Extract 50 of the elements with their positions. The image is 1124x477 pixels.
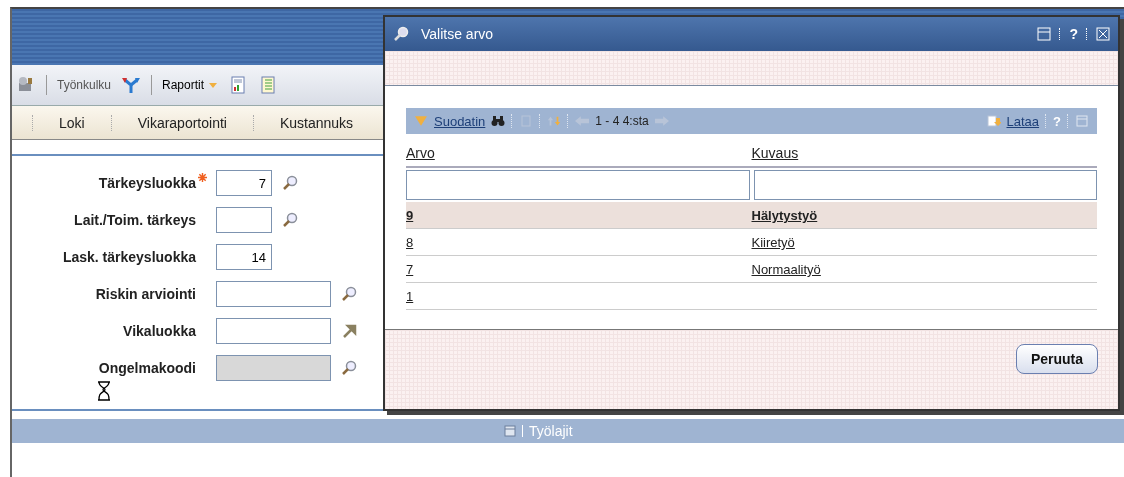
arrow-icon[interactable] <box>341 323 357 339</box>
tab[interactable]: Kustannuks <box>252 114 380 131</box>
search-icon[interactable] <box>282 212 298 228</box>
paging-text: 1 - 4 4:sta <box>595 114 649 128</box>
field-label: Tärkeysluokka <box>97 175 196 191</box>
value-link[interactable]: 8 <box>406 235 414 250</box>
tab[interactable]: Vikaraportointi <box>110 114 253 131</box>
load-link[interactable]: Lataa <box>1006 113 1040 129</box>
table-row[interactable]: 1 <box>406 283 1097 310</box>
search-icon[interactable] <box>341 286 357 302</box>
input-field[interactable]: 14 <box>216 244 272 270</box>
close-icon[interactable] <box>1096 27 1110 41</box>
hourglass-cursor-icon <box>97 381 111 401</box>
table-row[interactable]: 7 Normaalityö <box>406 256 1097 283</box>
cancel-button[interactable]: Peruuta <box>1015 344 1098 374</box>
field-label: Riskin arviointi <box>94 286 196 302</box>
tab[interactable]: Loki <box>32 114 111 131</box>
field-label: Ongelmakoodi <box>97 360 196 376</box>
column-header[interactable]: Kuvaus <box>751 145 1097 166</box>
help-button[interactable]: ? <box>1069 26 1078 42</box>
filter-field[interactable] <box>753 170 1097 200</box>
input-field[interactable]: 7 <box>216 170 272 196</box>
table-row[interactable]: 8 Kiiretyö <box>406 229 1097 256</box>
value-link[interactable]: 7 <box>406 262 414 277</box>
description-link[interactable]: Hälytystyö <box>751 208 818 223</box>
search-icon <box>393 26 409 42</box>
field-label: Vikaluokka <box>122 323 196 339</box>
table-row[interactable]: 9 Hälytystyö <box>406 202 1097 229</box>
filter-field[interactable] <box>406 170 750 200</box>
binoculars-icon[interactable] <box>491 115 506 127</box>
search-icon[interactable] <box>282 175 298 191</box>
value-link[interactable]: 1 <box>406 289 414 304</box>
input-field[interactable] <box>216 207 272 233</box>
description-link[interactable]: Kiiretyö <box>751 235 795 250</box>
section-title: Työlajit <box>529 423 573 439</box>
column-header[interactable]: Arvo <box>406 145 752 166</box>
input-field[interactable] <box>216 281 331 307</box>
field-label: Lask. tärkeysluokka <box>61 249 196 265</box>
dialog-title: Valitse arvo <box>421 26 494 42</box>
field-label: Lait./Toim. tärkeys <box>73 212 196 228</box>
description-link[interactable]: Normaalityö <box>751 262 821 277</box>
toolbar-item[interactable]: Raportit <box>162 78 205 92</box>
toolbar-item[interactable]: Työnkulku <box>57 78 112 92</box>
fork-arrows-icon[interactable] <box>121 75 142 95</box>
download-icon[interactable] <box>986 115 1001 127</box>
value-link[interactable]: 9 <box>406 208 414 223</box>
required-star-icon <box>198 173 207 182</box>
input-field[interactable] <box>216 318 331 344</box>
caret-icon[interactable] <box>208 80 219 90</box>
filter-link[interactable]: Suodatin <box>434 113 486 129</box>
